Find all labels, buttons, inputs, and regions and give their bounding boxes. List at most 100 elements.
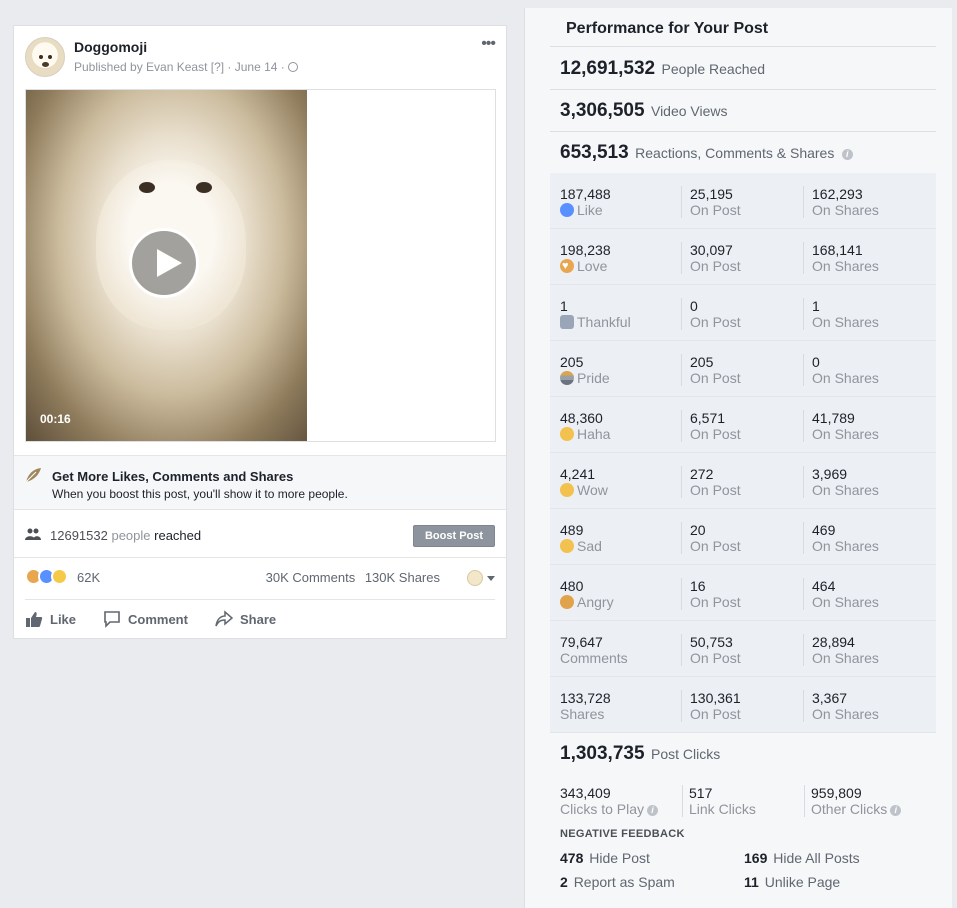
boost-post-button[interactable]: Boost Post [413, 525, 495, 547]
reach-text: 12691532 people reached [50, 528, 201, 543]
viewer-avatar-icon[interactable] [467, 570, 483, 586]
video-player[interactable]: 00:16 [26, 90, 307, 441]
angry-reaction-icon [560, 595, 574, 609]
share-icon [215, 610, 233, 627]
on-shares-value: 469 [812, 522, 836, 538]
breakdown-on-post: 272 On Post [681, 466, 799, 498]
more-options-icon[interactable]: ••• [481, 36, 496, 52]
breakdown-label: Shares [560, 706, 605, 722]
dog-eye [196, 182, 212, 193]
chevron-down-icon[interactable] [487, 576, 495, 581]
reaction-breakdown-table: 187,488 Like 25,195 On Post 162,293 On Shares… [550, 173, 936, 733]
other-clicks: 959,809 Other Clicks i [804, 785, 936, 817]
breakdown-total-value: 4,241 [560, 466, 596, 482]
globe-icon [288, 62, 299, 72]
on-shares-label: On Shares [812, 258, 879, 274]
reach-people: people [111, 528, 151, 543]
shares-count[interactable]: 130K Shares [365, 570, 440, 585]
breakdown-on-shares: 469 On Shares [803, 522, 921, 554]
info-icon[interactable]: i [647, 805, 659, 816]
post-meta-text: Published by Evan Keast [?] · June 14 · [74, 60, 285, 74]
negative-feedback-title: NEGATIVE FEEDBACK [560, 828, 685, 840]
comment-button[interactable]: Comment [103, 608, 203, 632]
breakdown-on-post: 25,195 On Post [681, 186, 799, 218]
breakdown-total: 133,728 Shares [560, 690, 678, 722]
breakdown-label-wrap: Pride [560, 370, 678, 386]
breakdown-total-value: 48,360 [560, 410, 603, 426]
video-frame: 00:16 [25, 89, 496, 442]
on-post-label: On Post [690, 258, 741, 274]
on-post-label: On Post [690, 202, 741, 218]
reaction-icons[interactable] [25, 568, 75, 586]
link-clicks-label: Link Clicks [689, 801, 756, 817]
thumbs-up-icon [26, 612, 43, 627]
breakdown-on-post: 30,097 On Post [681, 242, 799, 274]
breakdown-label: Angry [577, 594, 614, 610]
breakdown-total: 1 Thankful [560, 298, 678, 330]
comment-label: Comment [128, 612, 188, 627]
avatar-eye [39, 55, 43, 59]
on-shares-value: 3,367 [812, 690, 848, 706]
divider [550, 89, 936, 90]
thankful-reaction-icon [560, 315, 574, 329]
breakdown-on-shares: 3,367 On Shares [803, 690, 921, 722]
on-shares-label: On Shares [812, 650, 879, 666]
divider [550, 131, 936, 132]
breakdown-label: Comments [560, 650, 628, 666]
on-shares-value: 3,969 [812, 466, 848, 482]
info-icon[interactable]: i [890, 805, 902, 816]
on-post-value: 50,753 [690, 634, 733, 650]
breakdown-row: 480 Angry 16 On Post 464 On Shares [550, 565, 936, 621]
other-clicks-label: Other Clicks [811, 801, 888, 817]
hide-all-posts-stat: 169 Hide All Posts [744, 850, 860, 866]
video-time: 00:16 [40, 412, 71, 426]
boost-subtitle: When you boost this post, you'll show it… [52, 487, 348, 501]
on-post-label: On Post [690, 650, 741, 666]
info-icon[interactable]: i [841, 149, 853, 160]
breakdown-label: Thankful [577, 314, 631, 330]
on-shares-label: On Shares [812, 594, 879, 610]
on-shares-value: 162,293 [812, 186, 863, 202]
on-post-value: 0 [690, 298, 698, 314]
reach-number[interactable]: 12691532 [50, 528, 108, 543]
breakdown-on-shares: 168,141 On Shares [803, 242, 921, 274]
on-shares-label: On Shares [812, 538, 879, 554]
video-views-value: 3,306,505 [560, 100, 645, 121]
post-clicks-stat: 1,303,735 Post Clicks [560, 743, 720, 765]
on-shares-label: On Shares [812, 314, 879, 330]
people-reached-value: 12,691,532 [560, 58, 656, 79]
people-reached-stat: 12,691,532 People Reached [560, 58, 765, 80]
breakdown-on-post: 16 On Post [681, 578, 799, 610]
comments-count[interactable]: 30K Comments [266, 570, 356, 585]
breakdown-label: Like [577, 202, 603, 218]
play-button[interactable] [129, 228, 199, 298]
boost-promo[interactable]: Get More Likes, Comments and Shares When… [14, 455, 506, 510]
on-post-value: 16 [690, 578, 706, 594]
unlike-page-label: Unlike Page [764, 874, 841, 890]
breakdown-label-wrap: Wow [560, 482, 678, 498]
breakdown-on-shares: 3,969 On Shares [803, 466, 921, 498]
breakdown-on-post: 205 On Post [681, 354, 799, 386]
page-avatar[interactable] [25, 37, 65, 77]
page-name[interactable]: Doggomoji [74, 39, 147, 55]
on-shares-value: 1 [812, 298, 820, 314]
breakdown-total-value: 198,238 [560, 242, 611, 258]
on-shares-value: 464 [812, 578, 836, 594]
breakdown-label: Pride [577, 370, 610, 386]
on-shares-label: On Shares [812, 370, 879, 386]
breakdown-total: 480 Angry [560, 578, 678, 610]
report-spam-label: Report as Spam [573, 874, 675, 890]
people-icon [25, 528, 41, 540]
reaction-count[interactable]: 62K [77, 570, 100, 585]
breakdown-total-value: 79,647 [560, 634, 603, 650]
breakdown-total: 205 Pride [560, 354, 678, 386]
divider [25, 599, 495, 600]
like-button[interactable]: Like [25, 608, 85, 632]
other-clicks-value: 959,809 [811, 785, 862, 801]
on-post-label: On Post [690, 314, 741, 330]
reach-suffix: reached [154, 528, 202, 543]
post-meta: Published by Evan Keast [?] · June 14 · [74, 60, 299, 74]
breakdown-label-wrap: Thankful [560, 314, 678, 330]
share-button[interactable]: Share [215, 608, 295, 632]
engagement-value: 653,513 [560, 142, 629, 163]
